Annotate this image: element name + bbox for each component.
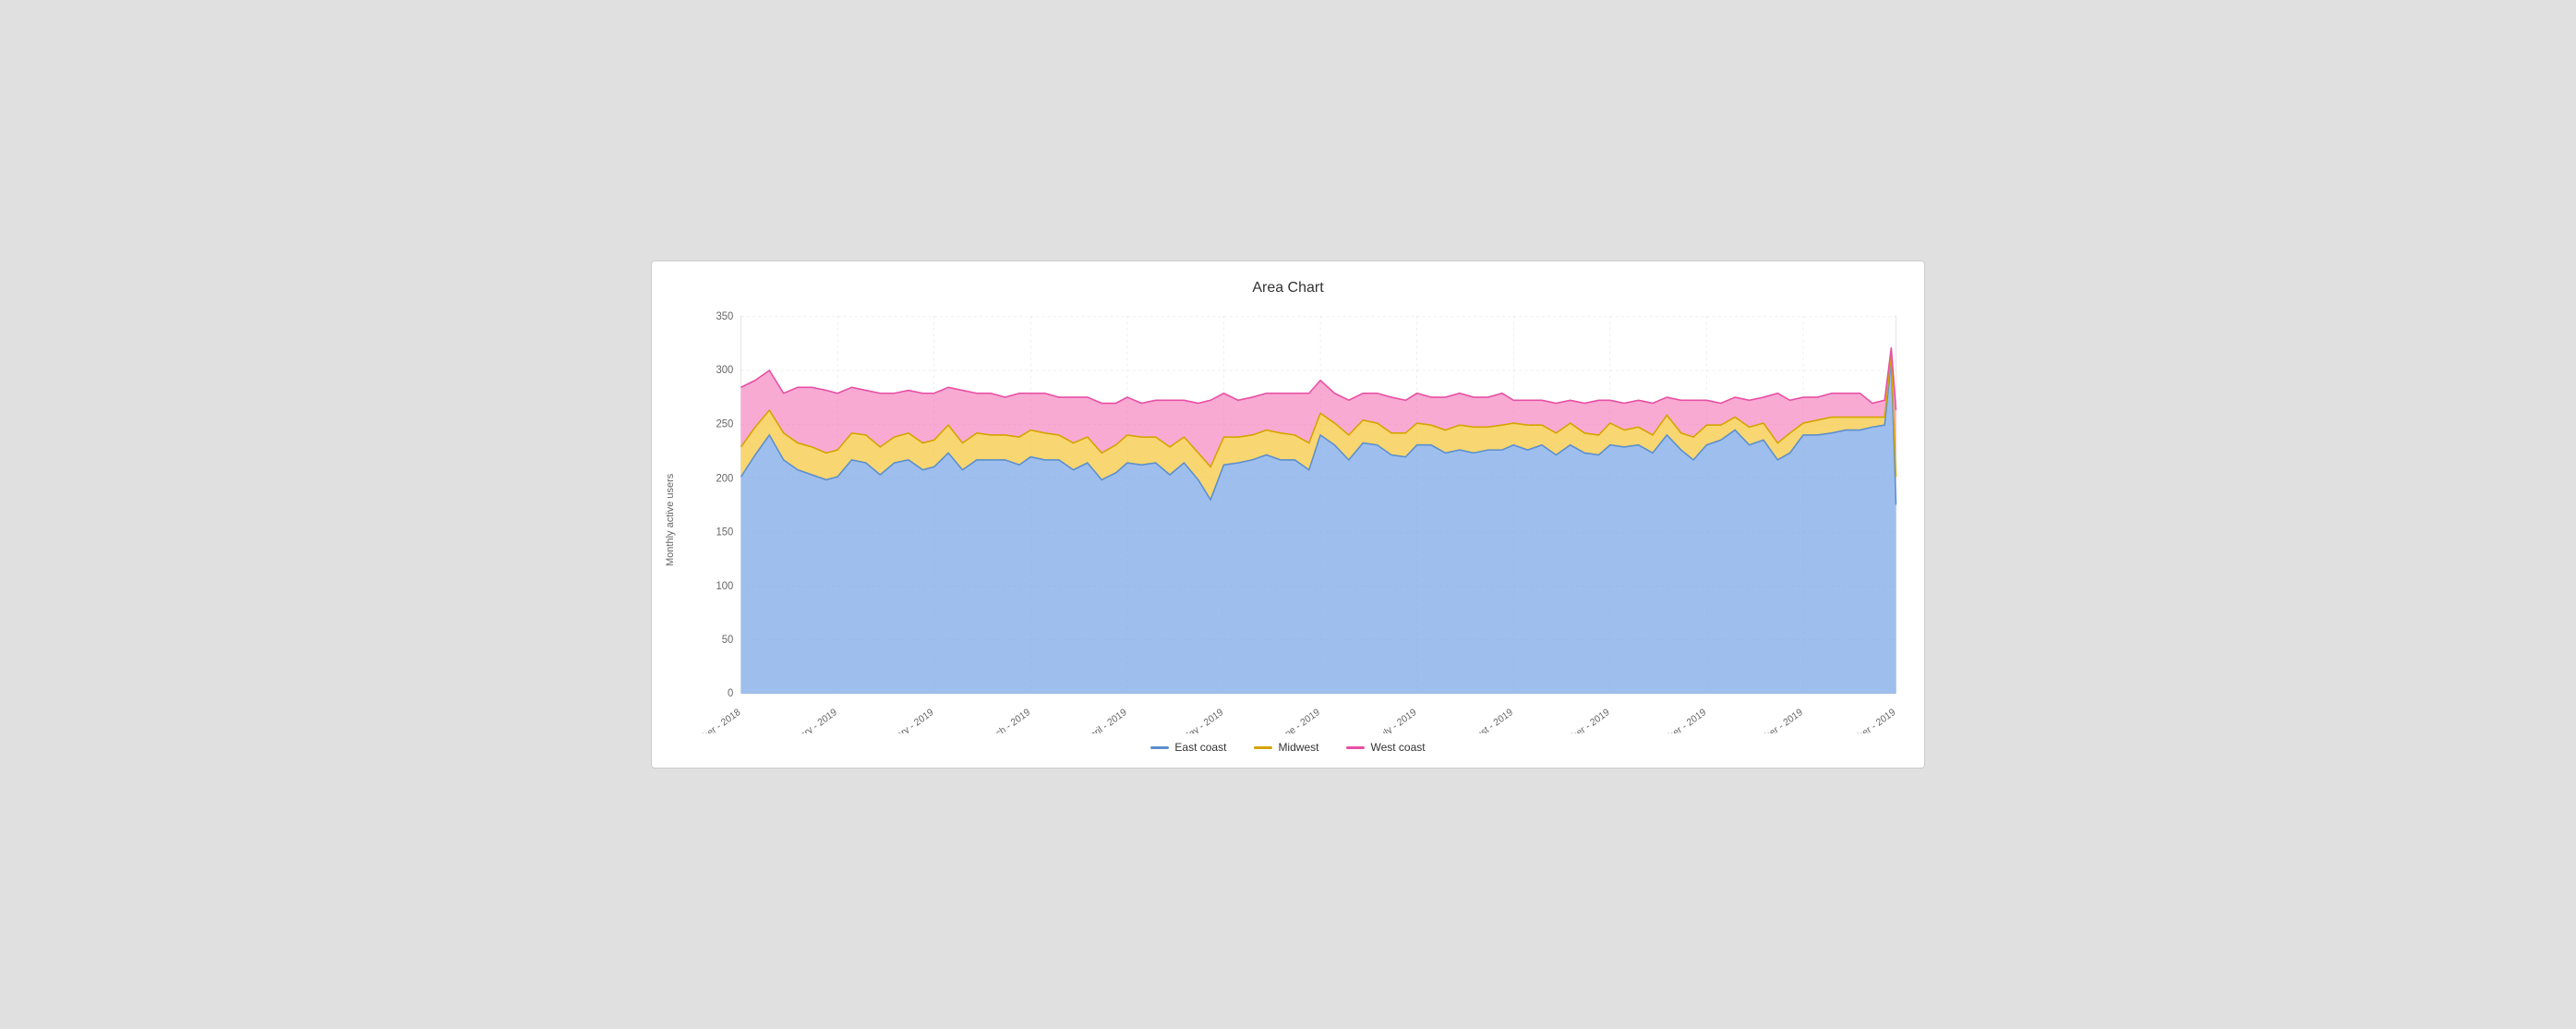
y-axis-label: Monthly active users (661, 306, 680, 733)
svg-text:June - 2019: June - 2019 (1275, 707, 1322, 733)
svg-text:January - 2019: January - 2019 (781, 707, 839, 733)
svg-text:September - 2019: September - 2019 (1544, 707, 1612, 733)
svg-text:0: 0 (728, 688, 733, 699)
svg-text:December - 2019: December - 2019 (1832, 707, 1898, 733)
svg-text:May - 2019: May - 2019 (1180, 707, 1225, 733)
legend-east-coast: East coast (1150, 741, 1226, 754)
main-svg: 0 50 100 150 200 250 300 350 (684, 306, 1915, 733)
svg-text:150: 150 (716, 527, 734, 539)
legend-west-coast: West coast (1346, 741, 1425, 754)
legend-label-midwest: Midwest (1278, 741, 1318, 754)
svg-text:250: 250 (716, 418, 734, 430)
svg-text:November - 2019: November - 2019 (1739, 707, 1805, 733)
legend-line-midwest (1254, 746, 1272, 749)
svg-text:August - 2019: August - 2019 (1461, 707, 1515, 733)
svg-text:March - 2019: March - 2019 (981, 707, 1032, 733)
chart-area: Monthly active users (661, 306, 1915, 733)
svg-text:April - 2019: April - 2019 (1083, 707, 1129, 733)
chart-container: Area Chart Monthly active users (651, 260, 1925, 769)
svg-text:350: 350 (716, 311, 734, 322)
svg-text:50: 50 (722, 635, 734, 646)
legend-label-east-coast: East coast (1174, 741, 1226, 754)
chart-inner: 0 50 100 150 200 250 300 350 (684, 306, 1915, 733)
svg-text:200: 200 (716, 473, 734, 484)
svg-text:December - 2018: December - 2018 (684, 707, 742, 733)
svg-text:February - 2019: February - 2019 (874, 707, 936, 733)
svg-text:October - 2019: October - 2019 (1650, 707, 1708, 733)
svg-text:100: 100 (716, 581, 734, 592)
svg-text:July - 2019: July - 2019 (1375, 707, 1419, 733)
legend-midwest: Midwest (1254, 741, 1318, 754)
legend-label-west-coast: West coast (1370, 741, 1425, 754)
legend: East coast Midwest West coast (661, 733, 1915, 758)
chart-title: Area Chart (661, 280, 1915, 297)
legend-line-west-coast (1346, 746, 1365, 749)
svg-text:300: 300 (716, 365, 734, 376)
legend-line-east-coast (1150, 746, 1169, 749)
